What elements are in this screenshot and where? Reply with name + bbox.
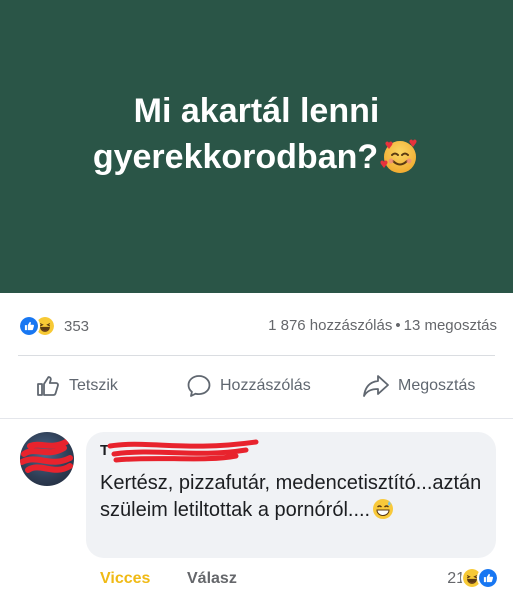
post-stats: 353 1 876 hozzászólás • 13 megosztás	[0, 293, 513, 356]
like-reaction-icon	[18, 315, 40, 337]
separator-dot: •	[395, 317, 401, 334]
thumbs-up-icon	[37, 376, 59, 396]
comment-text: Kertész, pizzafutár, medencetisztító...a…	[100, 470, 482, 524]
comments-count-link[interactable]: 1 876 hozzászólás	[268, 317, 392, 334]
like-reaction-icon	[477, 567, 499, 589]
comment-body: Kertész, pizzafutár, medencetisztító...a…	[100, 472, 482, 521]
comment-reaction-button[interactable]: Vicces	[100, 570, 150, 588]
grinning-sweat-icon	[373, 499, 394, 519]
reaction-count: 353	[64, 317, 90, 335]
redaction-scribble	[107, 439, 259, 463]
comment-actions: Vicces Válasz 21	[0, 558, 513, 600]
like-label: Tetszik	[69, 377, 118, 394]
divider	[0, 418, 513, 419]
smiling-face-with-hearts-icon	[380, 139, 417, 173]
post-text-line2: gyerekkorodban?	[92, 137, 379, 176]
share-arrow-icon	[363, 375, 389, 397]
share-button[interactable]: Megosztás	[362, 373, 475, 399]
comment-reactions[interactable]	[461, 567, 499, 589]
comment-button[interactable]: Hozzászólás	[186, 373, 311, 399]
comment-bubble-icon	[187, 375, 211, 397]
like-button[interactable]: Tetszik	[35, 373, 118, 399]
comment-author[interactable]: T	[100, 439, 482, 464]
post-text-line1: Mi akartál lenni	[133, 91, 380, 130]
redaction-scribble	[20, 439, 73, 473]
comment-bubble: T Kertész, pizzafutár, medencetisztító..…	[86, 432, 496, 558]
share-label: Megosztás	[398, 377, 476, 394]
action-bar: Tetszik Hozzászólás Megosztás	[0, 356, 513, 418]
shares-count-link[interactable]: 13 megosztás	[404, 317, 497, 334]
commenter-avatar[interactable]	[20, 432, 74, 486]
comment-label: Hozzászólás	[220, 377, 311, 394]
post-image[interactable]: Mi akartál lenni gyerekkorodban?	[0, 0, 513, 293]
reactions-summary[interactable]: 353	[18, 315, 89, 337]
comment-reply-button[interactable]: Válasz	[187, 570, 237, 588]
post-image-text: Mi akartál lenni gyerekkorodban?	[93, 88, 420, 180]
engagement-counts: 1 876 hozzászólás • 13 megosztás	[268, 317, 497, 334]
